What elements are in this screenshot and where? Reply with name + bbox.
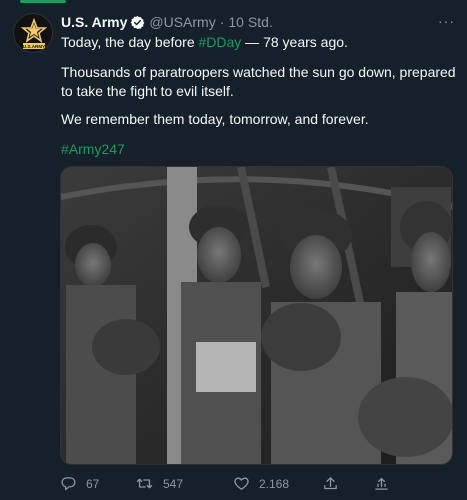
- line1-prefix: Today, the day before: [61, 34, 199, 50]
- like-button[interactable]: 2.168: [233, 475, 289, 492]
- tweet-header: U.S. Army @USArmy · 10 Std. ···: [61, 13, 455, 31]
- retweet-button[interactable]: 547: [135, 475, 183, 492]
- reply-count: 67: [86, 476, 100, 491]
- tweet-media-photo[interactable]: [60, 166, 453, 465]
- verified-badge-icon: [130, 15, 145, 30]
- avatar-label: U.S.ARMY: [23, 44, 45, 49]
- tweet[interactable]: U.S.ARMY U.S. Army @USArmy · 10 Std. ···…: [0, 0, 467, 500]
- more-options-icon[interactable]: ···: [438, 13, 455, 29]
- upload-icon: [373, 475, 390, 492]
- reply-icon: [60, 475, 77, 492]
- tweet-text-line1: Today, the day before #DDay — 78 years a…: [61, 33, 456, 52]
- tweet-text-hashtag: #Army247: [61, 140, 456, 159]
- tweet-text-paragraph3: We remember them today, tomorrow, and fo…: [61, 111, 369, 127]
- tweet-text-paragraph2: Thousands of paratroopers watched the su…: [61, 64, 456, 99]
- reply-button[interactable]: 67: [60, 475, 99, 492]
- tweet-timestamp[interactable]: 10 Std.: [228, 14, 272, 30]
- hashtag-dday[interactable]: #DDay: [199, 34, 242, 50]
- heart-icon: [233, 475, 250, 492]
- hashtag-army247[interactable]: #Army247: [61, 141, 125, 157]
- upload-button[interactable]: [373, 475, 390, 492]
- author-handle[interactable]: @USArmy: [149, 14, 215, 30]
- avatar[interactable]: U.S.ARMY: [13, 13, 53, 53]
- like-count: 2.168: [259, 476, 290, 491]
- share-button[interactable]: [322, 475, 339, 492]
- tweet-actions: 67 547 2.168: [60, 475, 400, 495]
- retweet-count: 547: [163, 476, 184, 491]
- share-icon: [322, 475, 339, 492]
- retweet-icon: [135, 475, 154, 492]
- author-name[interactable]: U.S. Army: [61, 14, 127, 30]
- separator-dot: ·: [219, 14, 225, 30]
- line1-suffix: — 78 years ago.: [241, 34, 348, 50]
